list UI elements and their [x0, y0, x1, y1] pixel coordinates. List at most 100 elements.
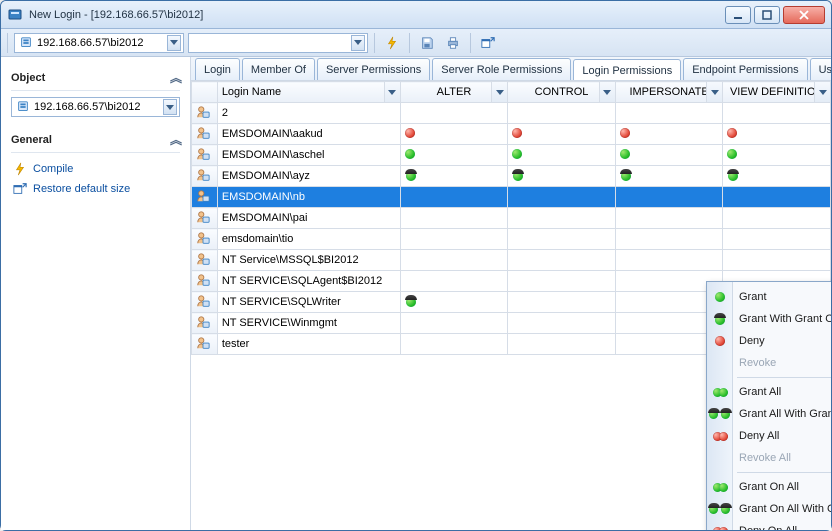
tab-login[interactable]: Login: [195, 58, 240, 80]
login-name-cell[interactable]: EMSDOMAIN\nb: [217, 187, 400, 208]
permission-cell[interactable]: [400, 334, 508, 355]
close-button[interactable]: [783, 6, 825, 24]
permission-cell[interactable]: [400, 313, 508, 334]
menu-item-grant-all-with-grant-options[interactable]: Grant All With Grant Options: [707, 403, 831, 425]
permission-cell[interactable]: [723, 103, 831, 124]
sidebar-link-compile[interactable]: Compile: [11, 159, 180, 179]
login-name-cell[interactable]: emsdomain\tio: [217, 229, 400, 250]
permission-cell[interactable]: [508, 124, 616, 145]
permission-cell[interactable]: [723, 250, 831, 271]
grid-row[interactable]: NT Service\MSSQL$BI2012: [192, 250, 831, 271]
permission-cell[interactable]: [615, 124, 723, 145]
permission-cell[interactable]: [508, 145, 616, 166]
permission-cell[interactable]: [615, 250, 723, 271]
permission-context-menu[interactable]: GrantGrant With Grant OptionsDenyRevokeG…: [706, 281, 831, 530]
column-filter-button[interactable]: [814, 82, 830, 102]
grid-row[interactable]: EMSDOMAIN\ayz: [192, 166, 831, 187]
permission-cell[interactable]: [615, 229, 723, 250]
sidebar-group-object[interactable]: Object ︽: [11, 65, 180, 91]
permission-cell[interactable]: [615, 103, 723, 124]
server-combo[interactable]: 192.168.66.57\bi2012: [14, 33, 184, 53]
menu-item-grant-on-all-with-grant-options[interactable]: Grant On All With Grant Options: [707, 498, 831, 520]
column-filter-button[interactable]: [491, 82, 507, 102]
sidebar-link-restore-size[interactable]: Restore default size: [11, 179, 180, 199]
permission-cell[interactable]: [400, 187, 508, 208]
chevron-down-icon[interactable]: [167, 35, 181, 51]
grid-row[interactable]: EMSDOMAIN\pai: [192, 208, 831, 229]
tab-endpoint-permissions[interactable]: Endpoint Permissions: [683, 58, 807, 80]
chevron-down-icon[interactable]: [351, 35, 365, 51]
column-header[interactable]: Login Name: [217, 82, 400, 103]
permission-cell[interactable]: [508, 208, 616, 229]
permission-cell[interactable]: [723, 229, 831, 250]
permission-cell[interactable]: [508, 187, 616, 208]
tab-server-permissions[interactable]: Server Permissions: [317, 58, 430, 80]
permission-cell[interactable]: [723, 166, 831, 187]
permission-cell[interactable]: [400, 103, 508, 124]
permission-cell[interactable]: [508, 292, 616, 313]
compile-button[interactable]: [381, 33, 403, 53]
permission-cell[interactable]: [508, 334, 616, 355]
menu-item-grant-on-all[interactable]: Grant On All: [707, 476, 831, 498]
login-name-cell[interactable]: NT SERVICE\SQLAgent$BI2012: [217, 271, 400, 292]
menu-item-deny[interactable]: Deny: [707, 330, 831, 352]
chevron-down-icon[interactable]: [163, 99, 177, 115]
grid-row[interactable]: EMSDOMAIN\aakud: [192, 124, 831, 145]
menu-item-deny-on-all[interactable]: Deny On All: [707, 520, 831, 530]
login-name-cell[interactable]: 2: [217, 103, 400, 124]
permission-cell[interactable]: [400, 229, 508, 250]
permission-cell[interactable]: [615, 145, 723, 166]
permission-cell[interactable]: [400, 208, 508, 229]
permission-cell[interactable]: [508, 271, 616, 292]
menu-item-grant[interactable]: Grant: [707, 286, 831, 308]
column-filter-button[interactable]: [599, 82, 615, 102]
permission-cell[interactable]: [723, 124, 831, 145]
permission-cell[interactable]: [508, 103, 616, 124]
grid-row[interactable]: EMSDOMAIN\aschel: [192, 145, 831, 166]
login-name-cell[interactable]: EMSDOMAIN\pai: [217, 208, 400, 229]
column-header[interactable]: IMPERSONATE: [615, 82, 723, 103]
minimize-button[interactable]: [725, 6, 751, 24]
permission-cell[interactable]: [723, 145, 831, 166]
login-name-cell[interactable]: NT SERVICE\SQLWriter: [217, 292, 400, 313]
sidebar-group-general[interactable]: General ︽: [11, 127, 180, 153]
permission-cell[interactable]: [400, 292, 508, 313]
column-header[interactable]: VIEW DEFINITION: [723, 82, 831, 103]
permission-cell[interactable]: [400, 271, 508, 292]
column-filter-button[interactable]: [384, 82, 400, 102]
login-name-cell[interactable]: EMSDOMAIN\ayz: [217, 166, 400, 187]
menu-item-grant-with-grant-options[interactable]: Grant With Grant Options: [707, 308, 831, 330]
restore-size-button[interactable]: [477, 33, 499, 53]
permission-cell[interactable]: [508, 166, 616, 187]
object-combo[interactable]: [188, 33, 368, 53]
permission-cell[interactable]: [400, 166, 508, 187]
permission-cell[interactable]: [400, 250, 508, 271]
column-header[interactable]: CONTROL: [508, 82, 616, 103]
tab-member-of[interactable]: Member Of: [242, 58, 315, 80]
tab-login-permissions[interactable]: Login Permissions: [573, 59, 681, 81]
permission-cell[interactable]: [508, 229, 616, 250]
sidebar-server-combo[interactable]: 192.168.66.57\bi2012: [11, 97, 180, 117]
menu-item-deny-all[interactable]: Deny All: [707, 425, 831, 447]
permission-cell[interactable]: [723, 208, 831, 229]
permission-cell[interactable]: [615, 187, 723, 208]
maximize-button[interactable]: [754, 6, 780, 24]
save-button[interactable]: [416, 33, 438, 53]
permission-cell[interactable]: [400, 145, 508, 166]
login-name-cell[interactable]: EMSDOMAIN\aschel: [217, 145, 400, 166]
print-button[interactable]: [442, 33, 464, 53]
permission-cell[interactable]: [400, 124, 508, 145]
login-name-cell[interactable]: NT SERVICE\Winmgmt: [217, 313, 400, 334]
permission-cell[interactable]: [615, 166, 723, 187]
menu-item-grant-all[interactable]: Grant All: [707, 381, 831, 403]
permission-cell[interactable]: [615, 208, 723, 229]
permission-cell[interactable]: [508, 313, 616, 334]
grid-row[interactable]: 2: [192, 103, 831, 124]
grid-row[interactable]: emsdomain\tio: [192, 229, 831, 250]
login-name-cell[interactable]: NT Service\MSSQL$BI2012: [217, 250, 400, 271]
permission-cell[interactable]: [723, 187, 831, 208]
login-name-cell[interactable]: EMSDOMAIN\aakud: [217, 124, 400, 145]
permission-cell[interactable]: [508, 250, 616, 271]
tab-user[interactable]: User: [810, 58, 831, 80]
column-filter-button[interactable]: [706, 82, 722, 102]
